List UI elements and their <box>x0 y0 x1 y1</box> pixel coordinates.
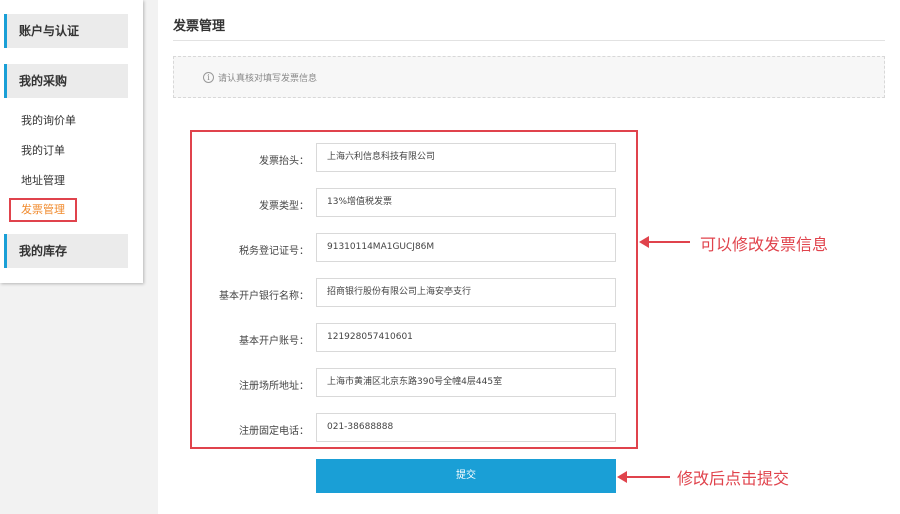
annotation-edit-hint: 可以修改发票信息 <box>700 235 829 254</box>
sidebar-section-account[interactable]: 账户与认证 <box>4 14 128 48</box>
registered-address-input[interactable]: 上海市黄浦区北京东路390号全幢4层445室 <box>316 368 616 397</box>
notice-text: 请认真核对填写发票信息 <box>218 74 318 84</box>
submit-button[interactable]: 提交 <box>316 459 616 493</box>
invoice-title-input[interactable]: 上海六利信息科技有限公司 <box>316 143 616 172</box>
annotation-arrow-submit <box>617 471 670 483</box>
tax-id-input[interactable]: 91310114MA1GUCJ86M <box>316 233 616 262</box>
sidebar-section-purchase[interactable]: 我的采购 <box>4 64 128 98</box>
bank-account-input[interactable]: 121928057410601 <box>316 323 616 352</box>
field-label-type: 发票类型： <box>259 201 309 212</box>
title-divider <box>173 40 885 41</box>
info-icon: i <box>203 72 214 83</box>
annotation-arrow-edit <box>639 236 690 248</box>
sidebar-item-inquiries[interactable]: 我的询价单 <box>21 113 76 129</box>
sidebar-section-inventory[interactable]: 我的库存 <box>4 234 128 268</box>
bank-name-input[interactable]: 招商银行股份有限公司上海安亭支行 <box>316 278 616 307</box>
field-label-address: 注册场所地址： <box>239 381 309 392</box>
field-label-phone: 注册固定电话： <box>239 426 309 437</box>
field-label-bank-account: 基本开户账号： <box>239 336 309 347</box>
sidebar-item-addresses[interactable]: 地址管理 <box>21 173 65 189</box>
main-panel: 发票管理 i 请认真核对填写发票信息 发票抬头： 上海六利信息科技有限公司 发票… <box>158 0 900 514</box>
field-label-tax-id: 税务登记证号： <box>239 246 309 257</box>
invoice-type-input[interactable]: 13%增值税发票 <box>316 188 616 217</box>
notice-box: i 请认真核对填写发票信息 <box>173 56 885 98</box>
field-label-title: 发票抬头： <box>259 156 309 167</box>
field-label-bank-name: 基本开户银行名称： <box>219 291 309 302</box>
sidebar: 账户与认证 我的采购 我的询价单 我的订单 地址管理 发票管理 我的库存 <box>0 0 143 283</box>
sidebar-item-invoices[interactable]: 发票管理 <box>9 198 77 222</box>
registered-phone-input[interactable]: 021-38688888 <box>316 413 616 442</box>
annotation-submit-hint: 修改后点击提交 <box>677 469 790 488</box>
page-title: 发票管理 <box>173 19 226 34</box>
sidebar-item-orders[interactable]: 我的订单 <box>21 143 65 159</box>
